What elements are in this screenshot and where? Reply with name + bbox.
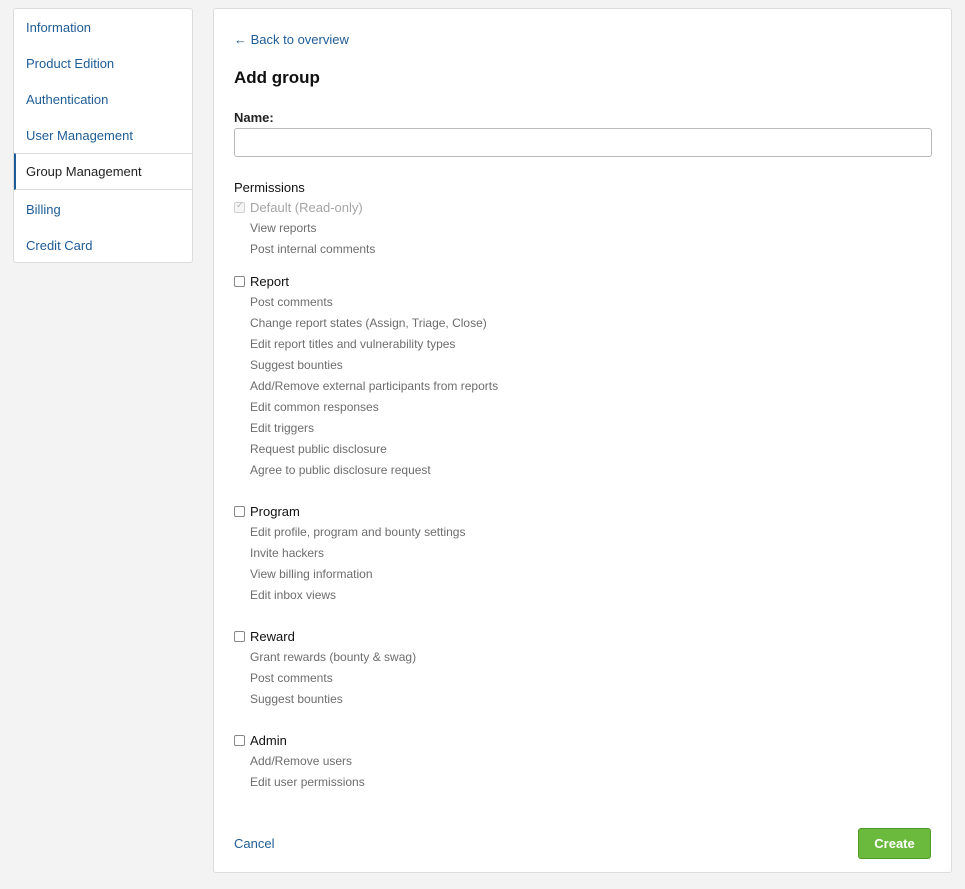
reward-checkbox[interactable] (234, 631, 245, 642)
sidebar-item-credit-card[interactable]: Credit Card (14, 227, 192, 262)
permission-group-program: Program Edit profile, program and bounty… (234, 501, 465, 606)
permission-group-reward: Reward Grant rewards (bounty & swag) Pos… (234, 626, 416, 710)
add-group-panel: ← Back to overview Add group Name: Permi… (213, 8, 952, 873)
sidebar-item-authentication[interactable]: Authentication (14, 81, 192, 116)
permission-item: View billing information (250, 567, 373, 581)
permission-item: Suggest bounties (250, 692, 343, 706)
group-name-input[interactable] (234, 128, 932, 157)
permission-group-label[interactable]: Program (250, 504, 300, 519)
permission-item: Edit report titles and vulnerability typ… (250, 337, 456, 351)
permission-group-label[interactable]: Reward (250, 629, 295, 644)
permissions-title: Permissions (234, 180, 305, 195)
permission-item: Edit user permissions (250, 775, 365, 789)
admin-checkbox[interactable] (234, 735, 245, 746)
permission-item: Post comments (250, 671, 333, 685)
permission-item: Edit inbox views (250, 588, 337, 602)
permission-item: Agree to public disclosure request (250, 463, 431, 477)
back-to-overview-link[interactable]: ← Back to overview (234, 32, 349, 47)
sidebar-item-billing[interactable]: Billing (14, 191, 192, 226)
permission-group-default: Default (Read-only) View reports Post in… (234, 197, 375, 260)
permission-item: View reports (250, 221, 317, 235)
permission-group-admin: Admin Add/Remove users Edit user permiss… (234, 730, 365, 793)
permission-item: Suggest bounties (250, 358, 343, 372)
permission-item: Add/Remove external participants from re… (250, 379, 499, 393)
permission-item: Add/Remove users (250, 754, 353, 768)
permission-item: Edit common responses (250, 400, 379, 414)
create-button[interactable]: Create (858, 828, 931, 859)
default-checkbox (234, 200, 245, 213)
settings-sidebar: Information Product Edition Authenticati… (13, 8, 193, 263)
sidebar-item-user-management[interactable]: User Management (14, 117, 192, 152)
page-title: Add group (234, 68, 320, 87)
cancel-link[interactable]: Cancel (234, 836, 274, 851)
sidebar-item-information[interactable]: Information (14, 9, 192, 44)
sidebar-item-group-management[interactable]: Group Management (14, 153, 192, 190)
program-checkbox[interactable] (234, 506, 245, 517)
permission-group-label: Default (Read-only) (250, 200, 363, 215)
name-label: Name: (234, 110, 274, 125)
permission-item: Post internal comments (250, 242, 376, 256)
permission-item: Invite hackers (250, 546, 325, 560)
permission-group-label[interactable]: Admin (250, 733, 287, 748)
permission-group-label[interactable]: Report (250, 274, 289, 289)
sidebar-item-product-edition[interactable]: Product Edition (14, 45, 192, 80)
permission-item: Change report states (Assign, Triage, Cl… (250, 316, 487, 330)
permission-item: Post comments (250, 295, 333, 309)
permission-group-report: Report Post comments Change report state… (234, 271, 498, 481)
report-checkbox[interactable] (234, 276, 245, 287)
permission-item: Grant rewards (bounty & swag) (250, 650, 417, 664)
permission-item: Request public disclosure (250, 442, 387, 456)
permission-item: Edit triggers (250, 421, 315, 435)
permission-item: Edit profile, program and bounty setting… (250, 525, 466, 539)
